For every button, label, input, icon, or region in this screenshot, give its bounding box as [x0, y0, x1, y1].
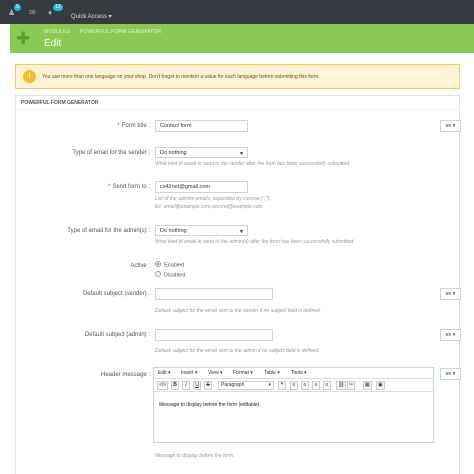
italic-icon[interactable]: I — [182, 381, 190, 390]
type-sender-help: What kind of email to send to the sender… — [155, 161, 351, 167]
align-center-icon[interactable]: ≡ — [301, 381, 309, 390]
breadcrumb: MODULES POWERFUL FORM GENERATOR — [44, 29, 169, 35]
chevron-down-icon: ▾ — [268, 382, 271, 388]
link-icon[interactable]: ⛓ — [336, 381, 347, 390]
required-marker: * — [107, 184, 111, 190]
subject-admin-help: Default subject for the email sent to th… — [155, 348, 320, 354]
subject-admin-input[interactable] — [155, 329, 273, 341]
type-sender-label: Type of email for the sender : — [72, 150, 150, 156]
table-icon[interactable]: ▦ — [363, 381, 372, 390]
required-marker: * — [117, 123, 120, 129]
align-right-icon[interactable]: ≡ — [312, 381, 320, 390]
strikethrough-icon[interactable]: S — [204, 381, 212, 390]
mail-icon[interactable]: ✉ — [29, 9, 37, 17]
disabled-radio[interactable]: Disabled — [155, 271, 185, 278]
editor-menubar: Edit ▾ Insert ▾ View ▾ Format ▾ Table ▾ … — [154, 368, 433, 379]
panel-divider — [16, 109, 459, 110]
subject-sender-label: Default subject (sender) : — [82, 291, 150, 297]
source-code-icon[interactable]: </> — [157, 381, 169, 390]
form-title-label: * Form title : — [117, 123, 150, 129]
image-icon[interactable]: ▣ — [376, 381, 385, 390]
page-title: Edit — [44, 38, 62, 49]
type-admin-help: What kind of email to send to the admin(… — [155, 239, 355, 245]
radio-checked-icon — [155, 261, 161, 267]
send-form-to-label: * Send form to : — [107, 184, 150, 190]
header-message-language-button[interactable]: en ▾ — [440, 368, 461, 380]
rich-text-editor[interactable]: Edit ▾ Insert ▾ View ▾ Format ▾ Table ▾ … — [153, 367, 434, 443]
menu-view[interactable]: View ▾ — [208, 370, 223, 376]
paragraph-format-select[interactable]: Paragraph ▾ — [218, 381, 274, 390]
send-form-to-help-2: Ex: email@example.com,second@example.com — [155, 204, 263, 210]
form-title-input[interactable]: Contact form — [155, 120, 248, 132]
align-justify-icon[interactable]: ≡ — [323, 381, 331, 390]
bold-icon[interactable]: B — [171, 381, 179, 390]
top-navbar: ♟ 5 ✉ ♦ 13 Quick Access ▾ — [0, 0, 474, 24]
underline-icon[interactable]: U — [193, 381, 201, 390]
subject-sender-language-button[interactable]: en ▾ — [440, 288, 461, 300]
orders-badge: 13 — [53, 4, 63, 11]
page-header: ✚ MODULES POWERFUL FORM GENERATOR Edit — [10, 24, 474, 53]
breadcrumb-module-name[interactable]: POWERFUL FORM GENERATOR — [80, 29, 161, 35]
align-left-icon[interactable]: ≡ — [290, 381, 298, 390]
active-label: Active : — [130, 263, 150, 269]
menu-tools[interactable]: Tools ▾ — [291, 370, 307, 376]
chevron-down-icon: ▼ — [239, 229, 244, 235]
breadcrumb-modules[interactable]: MODULES — [44, 29, 70, 35]
panel-title: POWERFUL FORM GENERATOR — [21, 100, 99, 106]
menu-table[interactable]: Table ▾ — [264, 370, 280, 376]
puzzle-icon: ✚ — [16, 29, 31, 48]
subject-sender-input[interactable] — [155, 288, 273, 300]
menu-edit[interactable]: Edit ▾ — [158, 370, 171, 376]
subject-admin-label: Default subject (admin) : — [84, 332, 150, 338]
menu-insert[interactable]: Insert ▾ — [181, 370, 197, 376]
type-sender-select[interactable]: Do nothing ▼ — [155, 147, 248, 158]
subject-sender-help: Default subject for the email sent to th… — [155, 308, 322, 314]
language-warning-alert: ! You use more than one language on your… — [15, 64, 460, 89]
blockquote-icon[interactable]: ❝ — [278, 381, 286, 390]
radio-unchecked-icon — [155, 271, 161, 277]
header-message-help: Message to display before the form. — [155, 453, 235, 459]
header-message-label: Header message : — [100, 372, 150, 378]
warning-icon: ! — [23, 70, 36, 83]
editor-toolbar: </> B I U S Paragraph ▾ ❝ ≡ ≡ ≡ ≡ ⛓ ✂ ▦ ▣ — [154, 379, 433, 392]
chevron-down-icon: ▼ — [239, 151, 244, 157]
send-form-to-help-1: List of the admins emails, separated by … — [155, 196, 271, 202]
type-admin-select[interactable]: Do nothing ▼ — [155, 225, 248, 236]
menu-format[interactable]: Format ▾ — [233, 370, 253, 376]
subject-admin-language-button[interactable]: en ▾ — [440, 329, 461, 341]
notification-badge: 5 — [14, 4, 21, 11]
enabled-radio[interactable]: Enabled — [155, 261, 184, 268]
unlink-icon[interactable]: ✂ — [347, 381, 356, 390]
send-form-to-input[interactable]: cx42net@gmail.com — [155, 181, 248, 193]
form-title-language-button[interactable]: en ▾ — [440, 120, 461, 132]
type-admin-label: Type of email for the admin(s) : — [67, 228, 150, 234]
editor-content[interactable]: Message to display before the form (edit… — [159, 402, 261, 408]
alert-text: You use more than one language on your s… — [42, 74, 320, 80]
quick-access-menu[interactable]: Quick Access ▾ — [71, 13, 112, 20]
